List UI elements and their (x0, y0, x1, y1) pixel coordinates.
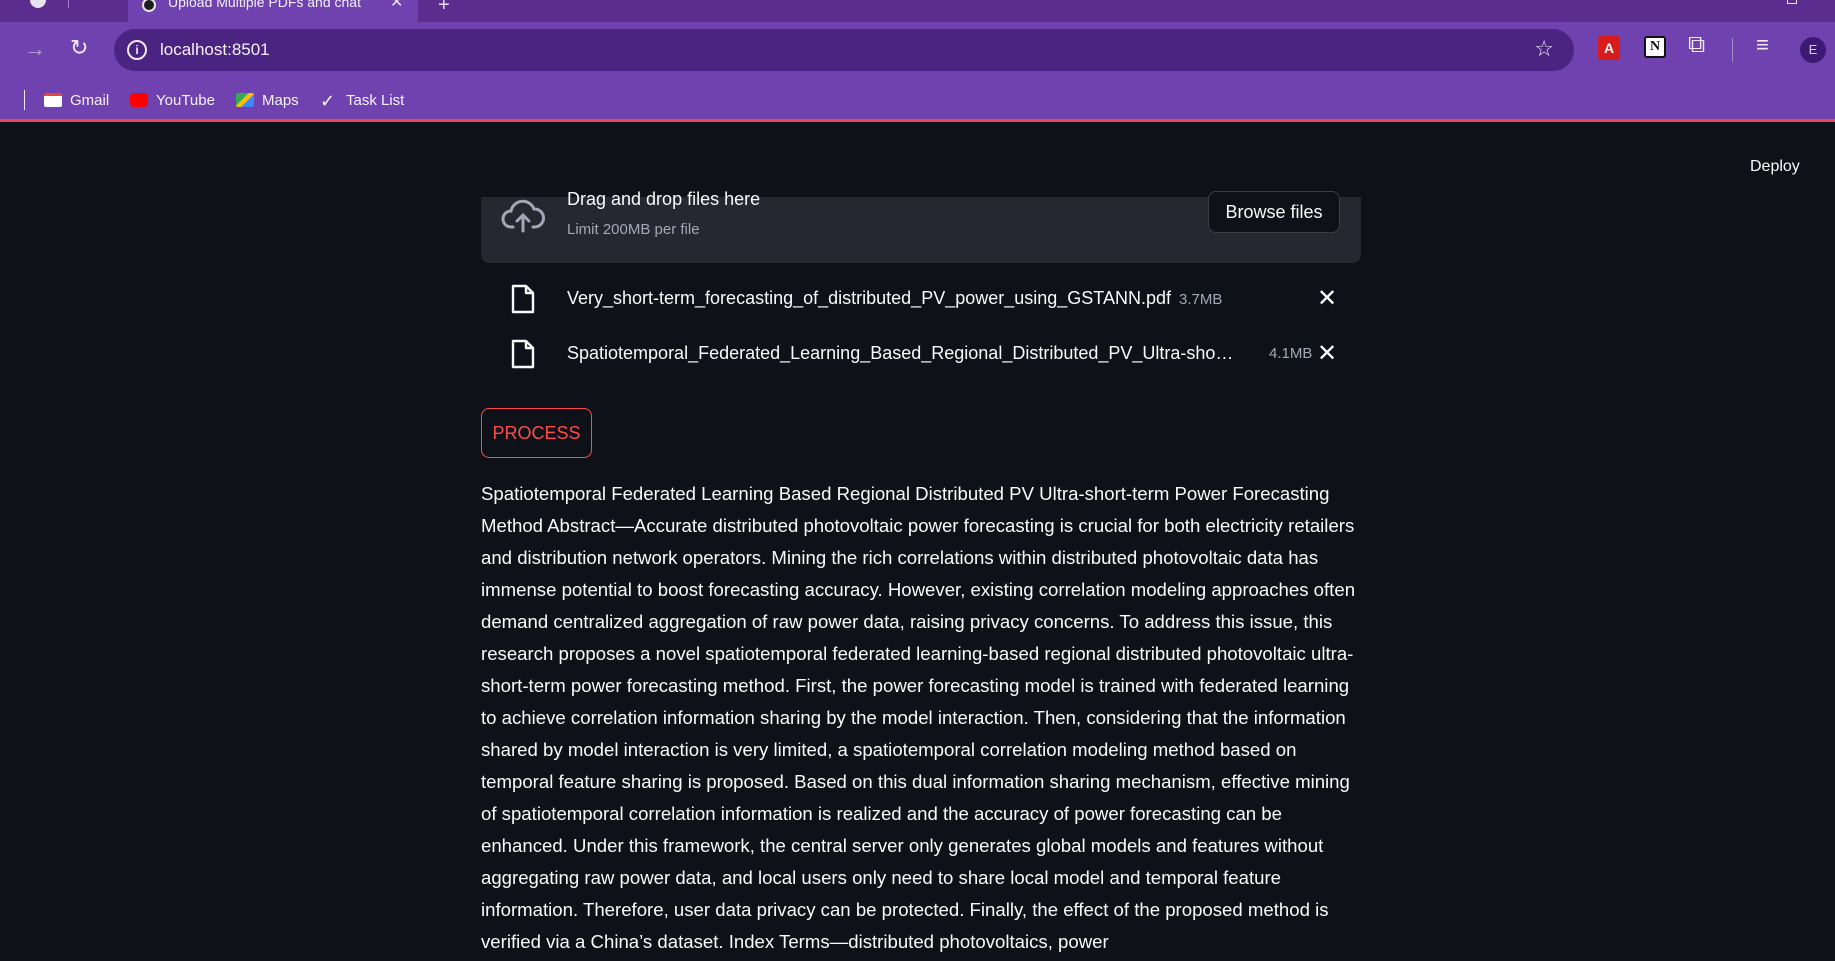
remove-file-icon[interactable]: ✕ (1317, 339, 1337, 368)
media-queue-icon[interactable]: ≡ (1756, 32, 1769, 58)
toolbar-divider (1732, 38, 1733, 62)
pinned-tab-grid-icon[interactable] (90, 0, 104, 6)
url-text[interactable]: localhost:8501 (160, 40, 270, 60)
tab-title: Upload Multiple PDFs and chat (168, 0, 361, 10)
bookmark-star-icon[interactable]: ☆ (1534, 36, 1554, 62)
forward-icon[interactable]: → (24, 36, 46, 62)
tab-separator (68, 0, 69, 8)
bookmarks-separator (24, 90, 25, 110)
cloud-upload-icon (501, 199, 545, 233)
bookmark-maps[interactable]: Maps (236, 90, 299, 112)
dropzone-limit: Limit 200MB per file (567, 221, 700, 238)
checkmark-icon: ✓ (320, 91, 336, 111)
pinned-tab-icon[interactable] (30, 0, 46, 8)
streamlit-tab-icon (142, 0, 156, 12)
youtube-icon (130, 93, 148, 107)
file-icon (511, 284, 535, 314)
bookmark-task-list[interactable]: ✓ Task List (320, 90, 404, 112)
extensions-puzzle-icon[interactable]: ⧉ (1688, 31, 1705, 59)
reload-icon[interactable]: ↻ (70, 35, 88, 61)
process-button[interactable]: PROCESS (481, 408, 592, 458)
uploaded-file-row: Very_short-term_forecasting_of_distribut… (481, 282, 1361, 322)
tab-active[interactable]: Upload Multiple PDFs and chat ✕ (128, 0, 418, 22)
bookmarks-bar: Gmail YouTube Maps ✓ Task List (0, 80, 1835, 122)
remove-file-icon[interactable]: ✕ (1317, 284, 1337, 313)
tab-strip: Upload Multiple PDFs and chat ✕ + (0, 0, 1835, 22)
address-bar[interactable]: i localhost:8501 ☆ (114, 29, 1574, 71)
deploy-button[interactable]: Deploy (1750, 158, 1800, 176)
file-name: Spatiotemporal_Federated_Learning_Based_… (567, 343, 1234, 363)
extracted-text-output: Spatiotemporal Federated Learning Based … (481, 483, 1356, 952)
profile-avatar[interactable]: E (1800, 37, 1826, 63)
acrobat-extension-icon[interactable]: A (1598, 36, 1620, 60)
browser-toolbar: → ↻ i localhost:8501 ☆ A N ⧉ ≡ E (0, 22, 1835, 80)
file-size: 3.7MB (1178, 291, 1223, 308)
file-icon (511, 339, 535, 369)
gmail-icon (44, 93, 62, 107)
file-name: Very_short-term_forecasting_of_distribut… (567, 288, 1223, 308)
tab-close-icon[interactable]: ✕ (390, 0, 403, 12)
new-tab-icon[interactable]: + (438, 0, 450, 17)
main-menu-icon[interactable]: ⋮ (1830, 156, 1835, 177)
notion-extension-icon[interactable]: N (1644, 36, 1666, 58)
dropzone-title: Drag and drop files here (567, 189, 761, 209)
site-info-icon[interactable]: i (127, 40, 147, 60)
apps-grid-icon[interactable] (0, 92, 6, 106)
file-dropzone[interactable]: Drag and drop files here Limit 200MB per… (481, 189, 1361, 263)
window-minimize-icon[interactable] (1787, 0, 1797, 4)
uploaded-file-row: Spatiotemporal_Federated_Learning_Based_… (481, 337, 1361, 377)
bookmark-youtube[interactable]: YouTube (130, 90, 215, 112)
browse-files-button[interactable]: Browse files (1208, 191, 1340, 233)
maps-icon (236, 93, 254, 107)
file-size: 4.1MB (1269, 345, 1313, 362)
bookmark-gmail[interactable]: Gmail (44, 90, 109, 112)
